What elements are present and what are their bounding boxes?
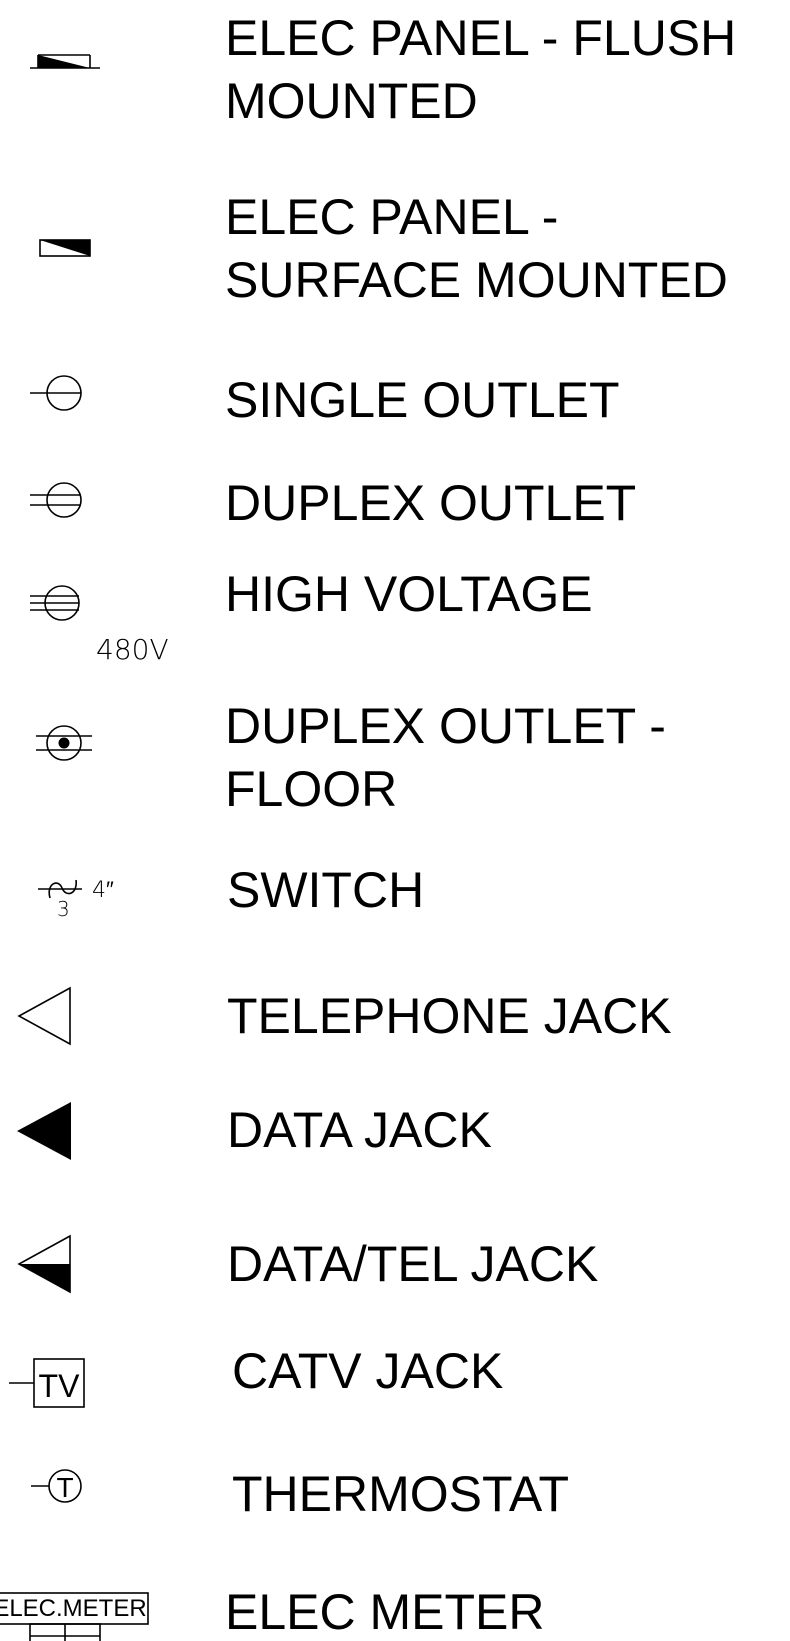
legend-label: TELEPHONE JACK bbox=[227, 988, 672, 1044]
legend-row-catv-jack: TV CATV JACK bbox=[9, 1343, 503, 1408]
duplex-outlet-icon bbox=[30, 482, 82, 518]
catv-jack-icon: TV bbox=[9, 1358, 85, 1408]
floor-outlet-icon bbox=[36, 725, 92, 761]
panel-flush-icon bbox=[30, 54, 100, 69]
switch-icon: 4″ 3 bbox=[38, 878, 114, 921]
legend-row-telephone-jack: TELEPHONE JACK bbox=[17, 986, 672, 1046]
legend-label-line-1: ELEC PANEL - bbox=[225, 189, 558, 245]
legend-label: SWITCH bbox=[227, 862, 424, 918]
thermostat-icon: T bbox=[31, 1469, 82, 1503]
voltage-rating-text: 480V bbox=[96, 633, 169, 666]
legend-label-line-1: ELEC PANEL - FLUSH bbox=[225, 10, 736, 66]
legend-row-duplex-outlet-floor: DUPLEX OUTLET - FLOOR bbox=[36, 698, 666, 817]
high-voltage-outlet-icon bbox=[30, 585, 80, 621]
elec-meter-box-text: ELEC.METER bbox=[0, 1595, 147, 1622]
switch-type-text: 3 bbox=[57, 897, 70, 921]
legend-row-elec-meter: ELEC.METER ELEC METER bbox=[0, 1584, 545, 1641]
legend-row-data-tel-jack: DATA/TEL JACK bbox=[17, 1234, 598, 1294]
legend-row-elec-panel-flush: ELEC PANEL - FLUSH MOUNTED bbox=[30, 10, 736, 129]
legend-row-single-outlet: SINGLE OUTLET bbox=[30, 372, 620, 428]
legend-label: DATA/TEL JACK bbox=[227, 1236, 598, 1292]
legend-label: THERMOSTAT bbox=[232, 1466, 569, 1522]
legend-label: CATV JACK bbox=[232, 1343, 503, 1399]
legend-label-line-2: FLOOR bbox=[225, 761, 397, 817]
legend-row-high-voltage: 480V HIGH VOLTAGE bbox=[30, 566, 593, 666]
legend-row-switch: 4″ 3 SWITCH bbox=[38, 862, 424, 921]
legend-label-line-1: DUPLEX OUTLET - bbox=[225, 698, 666, 754]
thermostat-letter: T bbox=[56, 1472, 73, 1503]
legend-row-data-jack: DATA JACK bbox=[17, 1102, 492, 1160]
electrical-symbol-legend: ELEC PANEL - FLUSH MOUNTED ELEC PANEL - … bbox=[0, 10, 736, 1641]
panel-surface-icon bbox=[39, 239, 91, 257]
legend-row-elec-panel-surface: ELEC PANEL - SURFACE MOUNTED bbox=[39, 189, 728, 308]
catv-box-text: TV bbox=[39, 1368, 81, 1404]
legend-row-thermostat: T THERMOSTAT bbox=[31, 1466, 569, 1522]
legend-label: SINGLE OUTLET bbox=[225, 372, 620, 428]
data-tel-jack-icon bbox=[17, 1234, 71, 1294]
legend-label: DUPLEX OUTLET bbox=[225, 475, 636, 531]
data-jack-icon bbox=[17, 1102, 71, 1160]
telephone-jack-icon bbox=[17, 986, 71, 1046]
legend-label-line-2: SURFACE MOUNTED bbox=[225, 252, 728, 308]
legend-label: HIGH VOLTAGE bbox=[225, 566, 593, 622]
elec-meter-icon: ELEC.METER bbox=[0, 1592, 149, 1641]
legend-label: ELEC METER bbox=[225, 1584, 545, 1640]
legend-label-line-2: MOUNTED bbox=[225, 73, 478, 129]
legend-label: DATA JACK bbox=[227, 1102, 492, 1158]
single-outlet-icon bbox=[30, 375, 82, 411]
legend-row-duplex-outlet: DUPLEX OUTLET bbox=[30, 475, 636, 531]
switch-height-text: 4″ bbox=[92, 878, 114, 903]
